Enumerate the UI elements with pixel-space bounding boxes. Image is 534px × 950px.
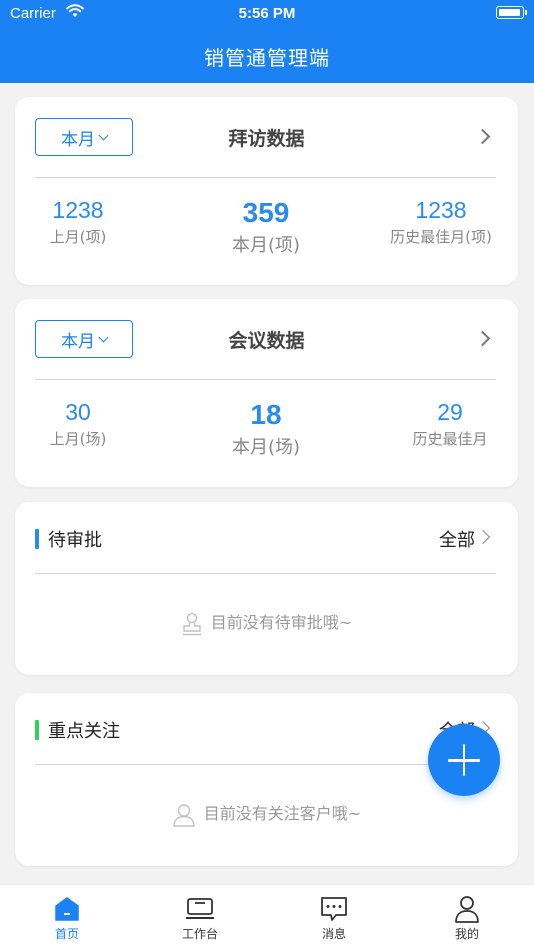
divider (35, 177, 496, 178)
message-icon (294, 893, 374, 925)
section-accent-bar (35, 529, 39, 549)
stat-label: 上月(项) (49, 228, 107, 246)
battery-icon (496, 6, 527, 19)
stamp-icon (182, 612, 201, 635)
divider (35, 573, 496, 574)
visit-data-card: 本月 拜访数据 1238 上月(项) 359 本月(项) 1238 历史最佳月(… (15, 97, 518, 285)
focus-title: 重点关注 (48, 721, 120, 742)
tab-home[interactable]: 首页 (27, 893, 107, 942)
visit-last-month-stat: 1238 上月(项) (23, 197, 133, 247)
stat-label: 本月(场) (231, 437, 301, 458)
pending-empty-state: 目前没有待审批哦~ (15, 609, 518, 636)
status-bar: Carrier 5:56 PM (0, 0, 534, 28)
add-button[interactable] (428, 724, 500, 796)
bottom-tab-bar: 首页 工作台 消息 我的 (0, 884, 534, 950)
stat-label: 本月(项) (231, 235, 301, 256)
focus-empty-state: 目前没有关注客户哦~ (15, 800, 518, 827)
meeting-data-card: 本月 会议数据 30 上月(场) 18 本月(场) 29 历史最佳月 (15, 299, 518, 487)
pending-title: 待审批 (48, 530, 102, 551)
laptop-icon (160, 893, 240, 925)
meeting-best-month-stat: 29 历史最佳月 (400, 399, 500, 449)
tab-label: 工作台 (181, 927, 218, 941)
tab-label: 消息 (321, 927, 346, 941)
user-icon (173, 803, 195, 827)
user-icon (427, 893, 507, 925)
tab-messages[interactable]: 消息 (294, 893, 374, 942)
pending-approval-card: 待审批 全部 目前没有待审批哦~ (15, 502, 518, 675)
status-time: 5:56 PM (238, 5, 296, 22)
meeting-last-month-stat: 30 上月(场) (23, 399, 133, 449)
stat-value: 18 (250, 399, 282, 430)
home-icon (27, 893, 107, 925)
divider (35, 764, 496, 765)
pending-view-all-link[interactable]: 全部 (439, 526, 475, 552)
visit-best-month-stat: 1238 历史最佳月(项) (370, 197, 512, 247)
stat-label: 历史最佳月 (412, 430, 488, 448)
stat-value: 30 (65, 399, 91, 425)
stat-value: 1238 (52, 197, 104, 223)
tab-label: 首页 (54, 927, 79, 941)
tab-label: 我的 (454, 927, 479, 941)
tab-workbench[interactable]: 工作台 (160, 893, 240, 942)
stat-value: 1238 (415, 197, 467, 223)
section-accent-bar (35, 720, 39, 740)
app-header: Carrier 5:56 PM 销管通管理端 (0, 0, 534, 83)
page-title: 销管通管理端 (204, 46, 330, 70)
focus-empty-text: 目前没有关注客户哦~ (203, 804, 362, 823)
pending-empty-text: 目前没有待审批哦~ (210, 613, 353, 632)
tab-profile[interactable]: 我的 (427, 893, 507, 942)
stat-label: 历史最佳月(项) (390, 228, 492, 246)
chevron-right-icon[interactable] (475, 529, 491, 545)
stat-label: 上月(场) (49, 430, 107, 448)
meeting-this-month-stat: 18 本月(场) (181, 399, 351, 459)
visit-card-title: 拜访数据 (228, 128, 305, 150)
meeting-card-title: 会议数据 (228, 330, 305, 352)
visit-this-month-stat: 359 本月(项) (181, 197, 351, 257)
divider (35, 379, 496, 380)
stat-value: 29 (437, 399, 463, 425)
stat-value: 359 (242, 197, 290, 228)
